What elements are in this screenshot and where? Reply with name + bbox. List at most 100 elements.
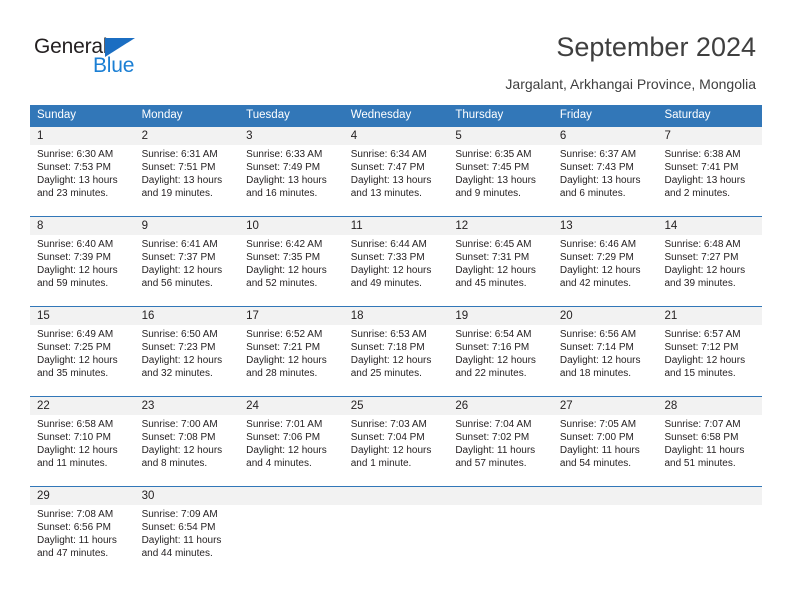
- calendar-day-cell[interactable]: 3 Sunrise: 6:33 AM Sunset: 7:49 PM Dayli…: [239, 127, 344, 216]
- day-number-band: [657, 487, 763, 505]
- daylight-line-1: Daylight: 12 hours: [246, 265, 327, 277]
- calendar-day-cell[interactable]: 20 Sunrise: 6:56 AM Sunset: 7:14 PM Dayl…: [552, 307, 658, 396]
- calendar-day-cell[interactable]: 22 Sunrise: 6:58 AM Sunset: 7:10 PM Dayl…: [30, 397, 135, 486]
- day-number: 4: [350, 130, 358, 142]
- sunrise-line: Sunrise: 6:49 AM: [37, 329, 114, 340]
- calendar-day-cell[interactable]: 14 Sunrise: 6:48 AM Sunset: 7:27 PM Dayl…: [657, 217, 763, 306]
- day-number: 3: [246, 130, 253, 142]
- calendar-day-cell[interactable]: 1 Sunrise: 6:30 AM Sunset: 7:53 PM Dayli…: [30, 127, 135, 216]
- calendar-day-cell[interactable]: 5 Sunrise: 6:35 AM Sunset: 7:45 PM Dayli…: [448, 127, 553, 216]
- sunrise-line: Sunrise: 6:54 AM: [455, 329, 532, 340]
- calendar-day-cell[interactable]: 23 Sunrise: 7:00 AM Sunset: 7:08 PM Dayl…: [134, 397, 240, 486]
- calendar-week-row: 8 Sunrise: 6:40 AM Sunset: 7:39 PM Dayli…: [30, 216, 763, 306]
- calendar-day-cell[interactable]: 7 Sunrise: 6:38 AM Sunset: 7:41 PM Dayli…: [657, 127, 763, 216]
- calendar-day-cell[interactable]: 19 Sunrise: 6:54 AM Sunset: 7:16 PM Dayl…: [448, 307, 553, 396]
- sunset-line: Sunset: 6:56 PM: [37, 522, 111, 534]
- day-number-band: 3: [239, 127, 344, 145]
- daylight-line-2: and 2 minutes.: [664, 188, 731, 200]
- day-details: Sunrise: 7:01 AM Sunset: 7:06 PM Dayligh…: [239, 415, 344, 470]
- day-details: Sunrise: 6:54 AM Sunset: 7:16 PM Dayligh…: [448, 325, 553, 380]
- day-details: Sunrise: 7:08 AM Sunset: 6:56 PM Dayligh…: [30, 505, 135, 560]
- calendar-day-cell[interactable]: 24 Sunrise: 7:01 AM Sunset: 7:06 PM Dayl…: [239, 397, 344, 486]
- day-number: 27: [559, 400, 573, 412]
- calendar-grid: Sunday Monday Tuesday Wednesday Thursday…: [30, 105, 763, 576]
- sunrise-line: Sunrise: 7:08 AM: [37, 509, 114, 520]
- calendar-day-cell[interactable]: 21 Sunrise: 6:57 AM Sunset: 7:12 PM Dayl…: [657, 307, 763, 396]
- calendar-day-cell[interactable]: 17 Sunrise: 6:52 AM Sunset: 7:21 PM Dayl…: [239, 307, 344, 396]
- daylight-line-1: Daylight: 13 hours: [350, 175, 432, 187]
- daylight-line-2: and 35 minutes.: [37, 368, 109, 380]
- day-details: Sunrise: 6:42 AM Sunset: 7:35 PM Dayligh…: [239, 235, 344, 290]
- sunrise-line: Sunrise: 6:44 AM: [350, 239, 427, 250]
- day-number-band: 30: [134, 487, 240, 505]
- daylight-line-1: Daylight: 12 hours: [559, 265, 641, 277]
- day-details: Sunrise: 6:45 AM Sunset: 7:31 PM Dayligh…: [448, 235, 553, 290]
- calendar-day-cell[interactable]: 9 Sunrise: 6:41 AM Sunset: 7:37 PM Dayli…: [134, 217, 240, 306]
- calendar-day-cell[interactable]: 29 Sunrise: 7:08 AM Sunset: 6:56 PM Dayl…: [30, 487, 135, 576]
- day-details: Sunrise: 7:04 AM Sunset: 7:02 PM Dayligh…: [448, 415, 553, 470]
- daylight-line-2: and 15 minutes.: [664, 368, 736, 380]
- day-number-band: 20: [552, 307, 658, 325]
- daylight-line-2: and 9 minutes.: [455, 188, 521, 200]
- calendar-day-cell[interactable]: 11 Sunrise: 6:44 AM Sunset: 7:33 PM Dayl…: [343, 217, 449, 306]
- sunset-line: Sunset: 7:41 PM: [664, 162, 739, 174]
- calendar-day-cell-empty: [552, 487, 658, 576]
- calendar-day-cell[interactable]: 2 Sunrise: 6:31 AM Sunset: 7:51 PM Dayli…: [134, 127, 240, 216]
- calendar-day-cell[interactable]: 12 Sunrise: 6:45 AM Sunset: 7:31 PM Dayl…: [448, 217, 553, 306]
- daylight-line-1: Daylight: 12 hours: [246, 445, 327, 457]
- daylight-line-1: Daylight: 11 hours: [141, 535, 222, 547]
- calendar-day-cell[interactable]: 10 Sunrise: 6:42 AM Sunset: 7:35 PM Dayl…: [239, 217, 344, 306]
- daylight-line-2: and 18 minutes.: [559, 368, 632, 380]
- general-blue-logo[interactable]: General Blue: [34, 36, 174, 80]
- weekday-header-sunday: Sunday: [37, 109, 77, 121]
- day-number-band: 11: [343, 217, 449, 235]
- day-number-band: 16: [134, 307, 240, 325]
- calendar-day-cell[interactable]: 16 Sunrise: 6:50 AM Sunset: 7:23 PM Dayl…: [134, 307, 240, 396]
- sunrise-line: Sunrise: 7:03 AM: [350, 419, 427, 430]
- calendar-day-cell[interactable]: 30 Sunrise: 7:09 AM Sunset: 6:54 PM Dayl…: [134, 487, 240, 576]
- calendar-day-cell[interactable]: 25 Sunrise: 7:03 AM Sunset: 7:04 PM Dayl…: [343, 397, 449, 486]
- calendar-day-cell[interactable]: 15 Sunrise: 6:49 AM Sunset: 7:25 PM Dayl…: [30, 307, 135, 396]
- day-number-band: 29: [30, 487, 135, 505]
- sunset-line: Sunset: 7:08 PM: [141, 432, 216, 444]
- day-details: Sunrise: 6:44 AM Sunset: 7:33 PM Dayligh…: [344, 235, 449, 290]
- calendar-day-cell[interactable]: 18 Sunrise: 6:53 AM Sunset: 7:18 PM Dayl…: [343, 307, 449, 396]
- sunset-line: Sunset: 7:21 PM: [246, 342, 321, 354]
- day-number: 26: [455, 400, 469, 412]
- sunrise-line: Sunrise: 7:04 AM: [455, 419, 532, 430]
- day-number: 6: [559, 130, 567, 142]
- daylight-line-1: Daylight: 12 hours: [455, 355, 536, 367]
- daylight-line-1: Daylight: 12 hours: [350, 355, 432, 367]
- sunrise-line: Sunrise: 7:05 AM: [559, 419, 637, 430]
- day-number: 14: [664, 220, 678, 232]
- sunrise-line: Sunrise: 6:45 AM: [455, 239, 532, 250]
- daylight-line-2: and 13 minutes.: [350, 188, 422, 200]
- sunrise-line: Sunrise: 6:33 AM: [246, 149, 323, 160]
- day-details: Sunrise: 6:50 AM Sunset: 7:23 PM Dayligh…: [135, 325, 240, 380]
- day-number-band: 23: [134, 397, 240, 415]
- day-details: Sunrise: 7:00 AM Sunset: 7:08 PM Dayligh…: [135, 415, 240, 470]
- day-number-band: 9: [134, 217, 240, 235]
- sunrise-line: Sunrise: 6:50 AM: [141, 329, 218, 340]
- calendar-day-cell[interactable]: 8 Sunrise: 6:40 AM Sunset: 7:39 PM Dayli…: [30, 217, 135, 306]
- daylight-line-1: Daylight: 12 hours: [141, 445, 223, 457]
- calendar-day-cell[interactable]: 26 Sunrise: 7:04 AM Sunset: 7:02 PM Dayl…: [448, 397, 553, 486]
- day-number-band: [448, 487, 553, 505]
- sunrise-line: Sunrise: 6:48 AM: [664, 239, 741, 250]
- sunset-line: Sunset: 7:49 PM: [246, 162, 321, 174]
- sunset-line: Sunset: 7:10 PM: [37, 432, 111, 444]
- calendar-day-cell[interactable]: 6 Sunrise: 6:37 AM Sunset: 7:43 PM Dayli…: [552, 127, 658, 216]
- daylight-line-1: Daylight: 12 hours: [559, 355, 641, 367]
- calendar-day-cell[interactable]: 4 Sunrise: 6:34 AM Sunset: 7:47 PM Dayli…: [343, 127, 449, 216]
- calendar-day-cell[interactable]: 13 Sunrise: 6:46 AM Sunset: 7:29 PM Dayl…: [552, 217, 658, 306]
- sunrise-line: Sunrise: 6:38 AM: [664, 149, 741, 160]
- sunrise-line: Sunrise: 6:58 AM: [37, 419, 114, 430]
- day-details: Sunrise: 6:40 AM Sunset: 7:39 PM Dayligh…: [30, 235, 135, 290]
- day-number-band: 21: [657, 307, 763, 325]
- day-number-band: 2: [134, 127, 240, 145]
- day-number: 7: [664, 130, 671, 142]
- day-number-band: 14: [657, 217, 763, 235]
- calendar-day-cell[interactable]: 27 Sunrise: 7:05 AM Sunset: 7:00 PM Dayl…: [552, 397, 658, 486]
- calendar-day-cell[interactable]: 28 Sunrise: 7:07 AM Sunset: 6:58 PM Dayl…: [657, 397, 763, 486]
- daylight-line-2: and 52 minutes.: [246, 278, 318, 290]
